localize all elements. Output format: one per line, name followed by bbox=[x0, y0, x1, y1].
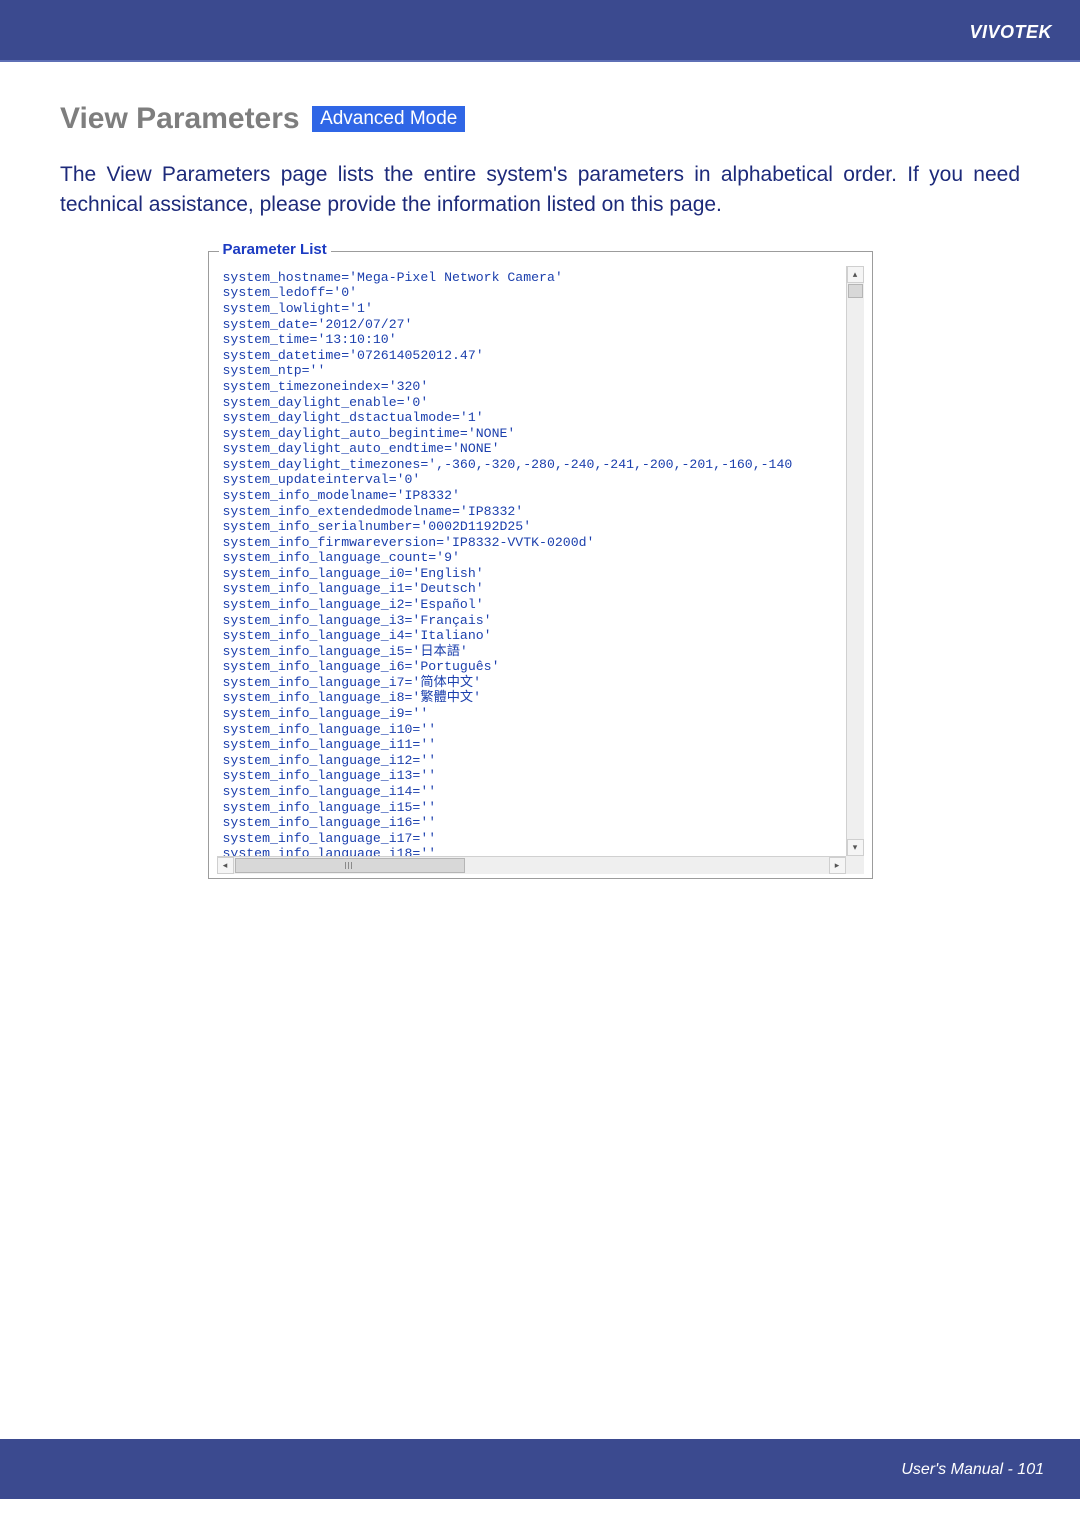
panel-title: Parameter List bbox=[219, 241, 331, 258]
mode-badge: Advanced Mode bbox=[312, 106, 465, 132]
page-title: View Parameters bbox=[60, 102, 300, 135]
scroll-down-icon[interactable]: ▾ bbox=[847, 839, 864, 856]
scroll-up-icon[interactable]: ▴ bbox=[847, 266, 864, 283]
scroll-corner bbox=[846, 856, 864, 874]
vertical-scrollbar[interactable]: ▴ ▾ bbox=[846, 266, 864, 856]
brand-label: VIVOTEK bbox=[969, 22, 1052, 43]
parameter-text: system_hostname='Mega-Pixel Network Came… bbox=[217, 266, 864, 862]
vertical-scroll-thumb[interactable] bbox=[848, 284, 863, 298]
page-footer: User's Manual - 101 bbox=[901, 1461, 1044, 1479]
page-description: The View Parameters page lists the entir… bbox=[60, 160, 1020, 221]
scroll-left-icon[interactable]: ◂ bbox=[217, 857, 234, 874]
header-bar: VIVOTEK bbox=[0, 0, 1080, 60]
parameter-list-panel: Parameter List system_hostname='Mega-Pix… bbox=[208, 251, 873, 879]
horizontal-scrollbar[interactable]: ◂ ▸ bbox=[217, 856, 864, 874]
horizontal-scroll-thumb[interactable] bbox=[235, 858, 465, 873]
parameter-scroll-area[interactable]: system_hostname='Mega-Pixel Network Came… bbox=[217, 266, 864, 874]
scroll-right-icon[interactable]: ▸ bbox=[829, 857, 846, 874]
